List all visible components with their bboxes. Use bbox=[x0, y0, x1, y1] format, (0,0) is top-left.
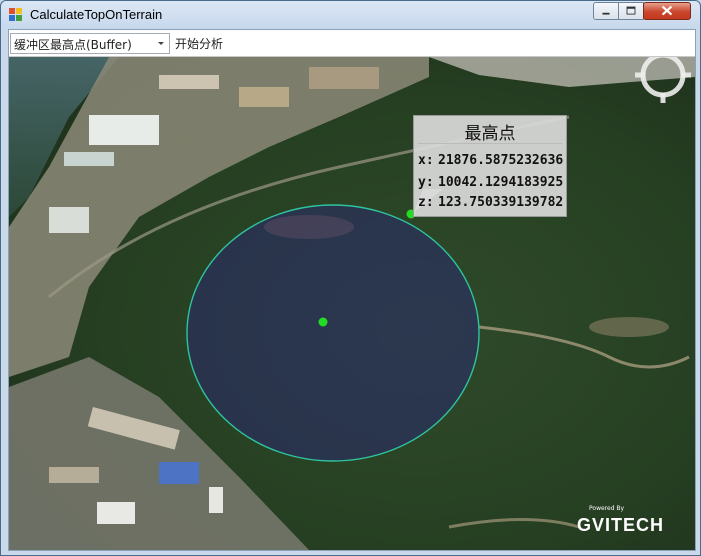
analysis-mode-select[interactable]: 缓冲区最高点(Buffer) bbox=[10, 33, 170, 54]
factory-roof bbox=[89, 115, 159, 145]
app-icon bbox=[9, 8, 22, 21]
powered-by-text: Powered By bbox=[589, 505, 625, 512]
building bbox=[49, 467, 99, 483]
terrain-scene bbox=[9, 57, 695, 550]
start-analysis-button[interactable]: 开始分析 bbox=[175, 35, 223, 52]
buffer-center-point[interactable] bbox=[318, 317, 328, 327]
building-blue-roof bbox=[159, 462, 199, 484]
window-title: CalculateTopOnTerrain bbox=[30, 7, 163, 22]
x-label: x: bbox=[418, 153, 434, 168]
minimize-icon bbox=[602, 12, 610, 15]
minimize-button[interactable] bbox=[593, 2, 619, 20]
app-window: CalculateTopOnTerrain 缓冲区最高点(Buffer) 开始分… bbox=[0, 0, 701, 556]
chevron-down-icon[interactable] bbox=[153, 34, 169, 53]
maximize-button[interactable] bbox=[618, 2, 644, 20]
callout-title: 最高点 bbox=[464, 124, 516, 144]
callout-y-row: y: 10042.1294183925 bbox=[418, 175, 563, 190]
compass-icon[interactable] bbox=[635, 57, 691, 103]
buffer-zone[interactable] bbox=[186, 204, 480, 462]
callout-divider bbox=[418, 143, 562, 144]
toolbar: 缓冲区最高点(Buffer) 开始分析 bbox=[9, 30, 695, 57]
y-label: y: bbox=[418, 175, 434, 190]
factory-roof bbox=[159, 75, 219, 89]
lot bbox=[239, 87, 289, 107]
close-button[interactable] bbox=[643, 2, 691, 20]
callout-x-row: x: 21876.5875232636 bbox=[418, 153, 563, 168]
factory-roof bbox=[49, 207, 89, 233]
building bbox=[97, 502, 135, 524]
analysis-mode-value: 缓冲区最高点(Buffer) bbox=[14, 38, 132, 52]
close-icon bbox=[661, 5, 673, 16]
factory-roof bbox=[64, 152, 114, 166]
callout-z-row: z: 123.750339139782 bbox=[418, 195, 563, 210]
z-value: 123.750339139782 bbox=[438, 195, 564, 210]
lot bbox=[309, 67, 379, 89]
title-bar[interactable]: CalculateTopOnTerrain bbox=[1, 1, 700, 29]
y-value: 10042.1294183925 bbox=[438, 175, 564, 190]
brand-logo: GVITECH bbox=[577, 515, 665, 535]
z-label: z: bbox=[418, 195, 434, 210]
client-area: 缓冲区最高点(Buffer) 开始分析 最高点 x: 21876.5875232… bbox=[8, 29, 696, 551]
x-value: 21876.5875232636 bbox=[438, 153, 564, 168]
bare-ground bbox=[589, 317, 669, 337]
building bbox=[209, 487, 223, 513]
terrain-map-view[interactable]: 最高点 x: 21876.5875232636 y: 10042.129418392… bbox=[9, 57, 695, 550]
maximize-icon bbox=[626, 6, 636, 15]
highest-point-callout: 最高点 x: 21876.5875232636 y: 10042.129418392… bbox=[413, 115, 567, 217]
